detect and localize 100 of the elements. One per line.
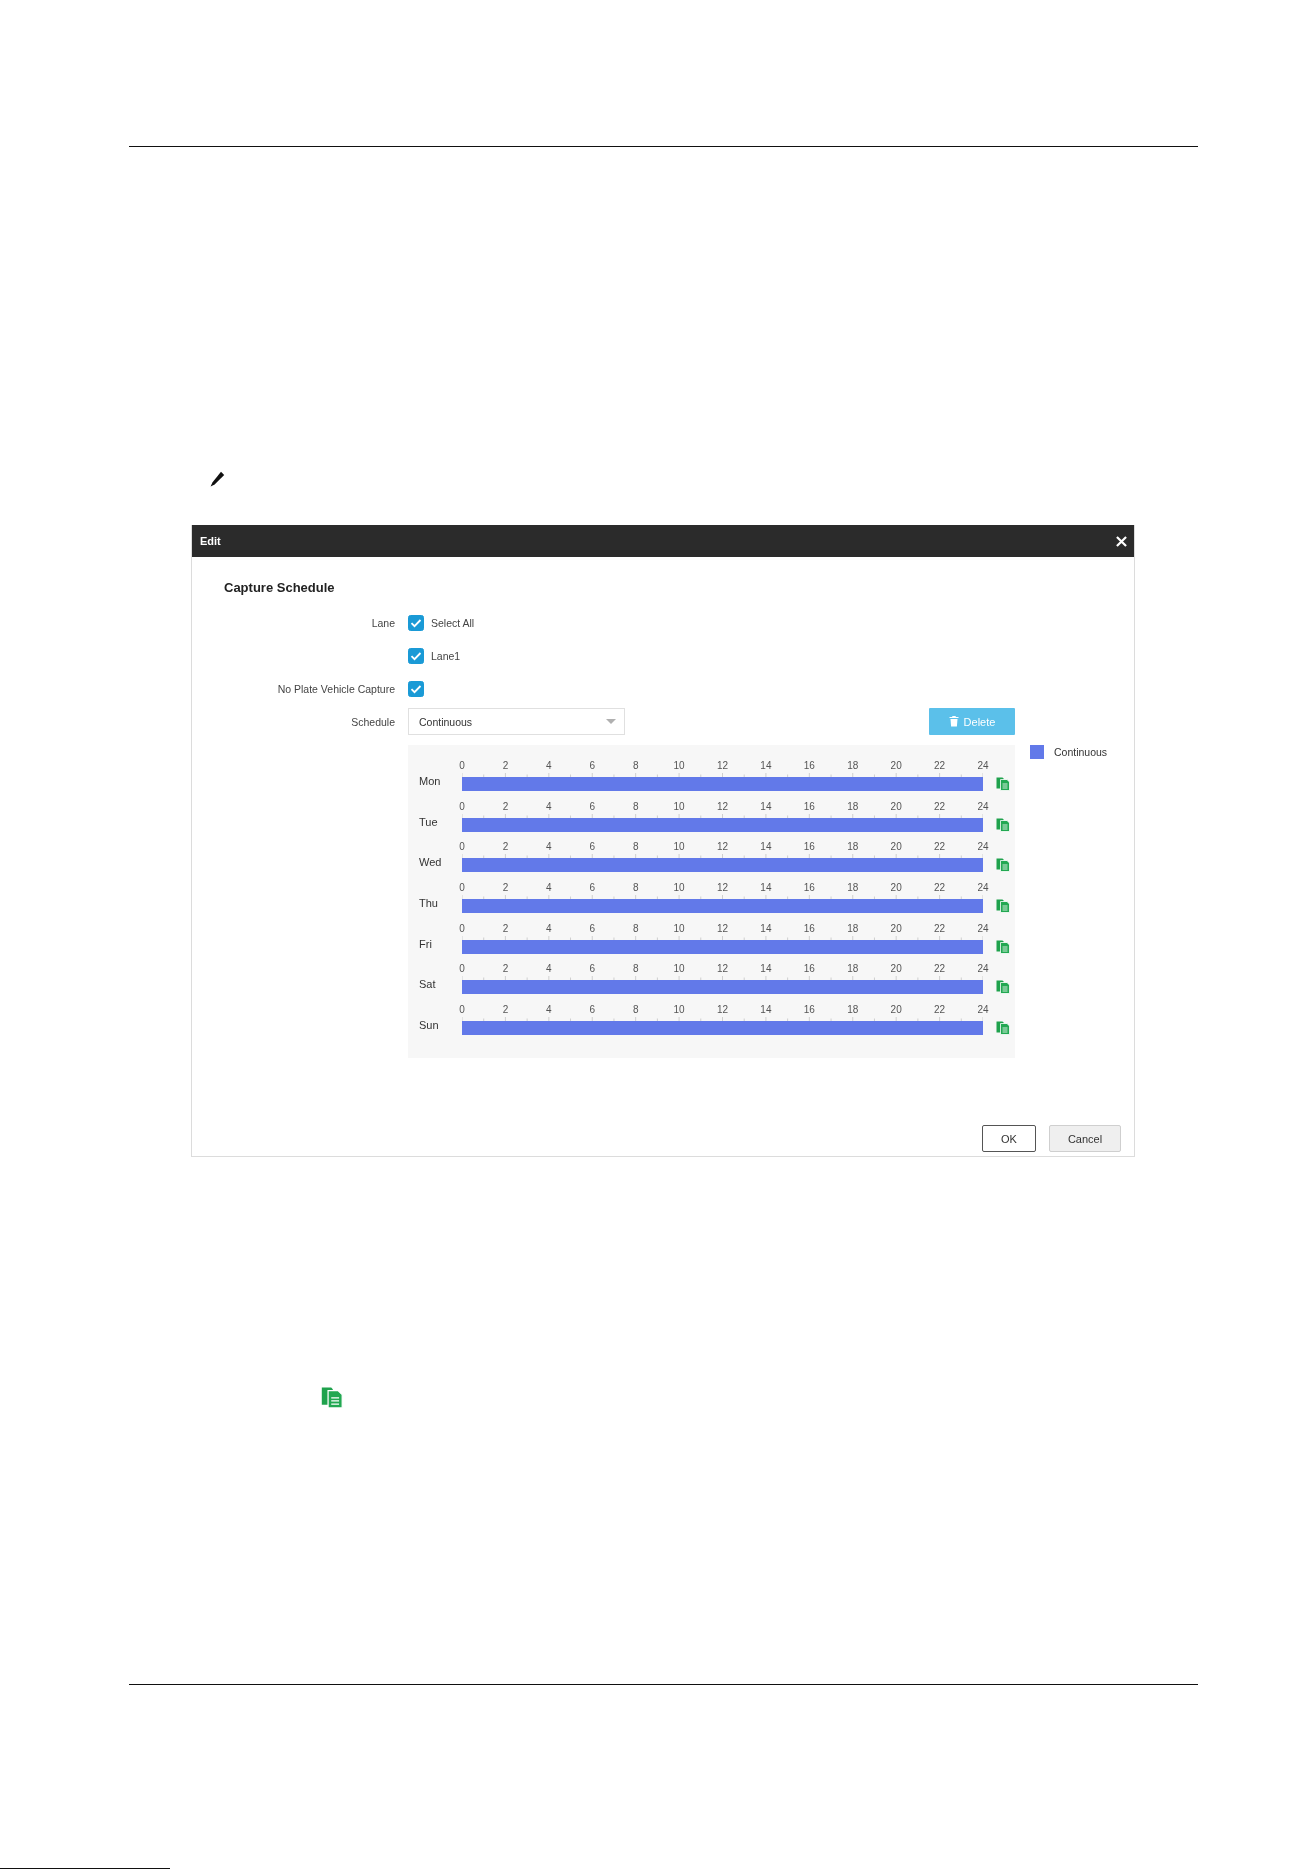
hour-label: 8 — [632, 841, 639, 854]
schedule-bar[interactable] — [462, 898, 983, 913]
hour-label: 2 — [502, 760, 509, 772]
hour-label: 20 — [890, 841, 902, 854]
hour-label: 4 — [546, 800, 552, 813]
hour-label: 4 — [546, 963, 552, 976]
hour-label: 6 — [589, 1003, 596, 1016]
hour-label: 22 — [934, 800, 946, 813]
copy-icon[interactable] — [996, 776, 1010, 791]
close-button[interactable] — [1116, 535, 1127, 547]
hour-label: 2 — [502, 881, 509, 894]
field-label: Schedule — [351, 715, 395, 728]
checkbox[interactable] — [408, 614, 424, 631]
hour-label: 0 — [459, 881, 465, 894]
day-label: Tue — [419, 815, 438, 829]
hour-label: 8 — [632, 760, 639, 772]
hour-label: 2 — [502, 800, 509, 813]
schedule-bar[interactable] — [462, 1020, 983, 1035]
hour-label: 4 — [546, 760, 552, 772]
hour-label: 0 — [459, 800, 465, 813]
hour-label: 22 — [934, 841, 946, 854]
schedule-bar[interactable] — [462, 817, 983, 832]
hour-label: 16 — [803, 881, 815, 894]
hour-label: 20 — [890, 881, 902, 894]
hour-label: 24 — [977, 841, 989, 854]
pencil-icon — [210, 471, 225, 487]
hour-label: 20 — [890, 922, 902, 935]
hour-label: 24 — [977, 963, 989, 976]
hour-label: 0 — [459, 963, 465, 976]
hour-label: 4 — [546, 1003, 552, 1016]
copy-icon[interactable] — [996, 938, 1010, 954]
hour-label: 16 — [803, 1003, 815, 1016]
option-label[interactable]: Lane1 — [431, 649, 461, 662]
close-icon — [1116, 535, 1127, 547]
hour-label: 12 — [716, 1003, 729, 1016]
hour-label: 24 — [977, 800, 989, 813]
checkbox[interactable] — [408, 680, 424, 697]
schedule-bar[interactable] — [462, 980, 983, 995]
hour-label: 10 — [673, 841, 685, 854]
ok-button[interactable]: OK — [982, 1125, 1036, 1152]
hour-label: 14 — [760, 841, 772, 854]
hour-label: 12 — [716, 963, 729, 976]
hour-label: 4 — [546, 881, 552, 894]
hour-label: 0 — [459, 841, 465, 854]
hour-label: 22 — [934, 963, 946, 976]
hour-label: 24 — [977, 760, 989, 772]
hour-label: 4 — [546, 922, 552, 935]
caret-icon — [606, 719, 616, 724]
hour-label: 14 — [760, 881, 772, 894]
hour-label: 4 — [546, 841, 552, 854]
hour-label: 8 — [632, 922, 639, 935]
copy-icon[interactable] — [996, 816, 1010, 832]
dialog-title: Edit — [200, 535, 221, 547]
day-label: Sat — [419, 978, 436, 992]
day-label: Fri — [419, 937, 432, 951]
field-label: Lane — [371, 616, 395, 629]
hour-label: 6 — [589, 800, 596, 813]
trash-icon — [948, 716, 959, 727]
hour-label: 14 — [760, 800, 772, 813]
copy-icon[interactable] — [996, 1019, 1010, 1035]
hour-label: 10 — [673, 922, 685, 935]
schedule-dropdown[interactable]: Continuous — [408, 708, 625, 735]
hour-label: 18 — [847, 881, 859, 894]
hour-label: 18 — [847, 800, 859, 813]
hour-label: 18 — [847, 922, 859, 935]
hour-label: 12 — [716, 800, 729, 813]
hour-label: 12 — [716, 760, 729, 772]
hour-label: 16 — [803, 963, 815, 976]
hour-label: 24 — [977, 922, 989, 935]
day-label: Wed — [419, 856, 442, 870]
hour-label: 16 — [803, 800, 815, 813]
hour-label: 2 — [502, 841, 509, 854]
day-label: Mon — [419, 775, 441, 788]
hour-label: 10 — [673, 800, 685, 813]
hour-label: 6 — [589, 841, 596, 854]
option-label[interactable]: Select All — [431, 616, 475, 629]
hour-label: 2 — [502, 963, 509, 976]
hour-label: 10 — [673, 881, 685, 894]
hour-label: 10 — [673, 1003, 685, 1016]
schedule-bar[interactable] — [462, 858, 983, 873]
hour-label: 6 — [589, 963, 596, 976]
checkbox[interactable] — [408, 647, 424, 664]
copy-icon[interactable] — [996, 979, 1010, 995]
hour-label: 6 — [589, 922, 596, 935]
cancel-button[interactable]: Cancel — [1049, 1125, 1121, 1152]
hour-label: 8 — [632, 1003, 639, 1016]
hour-label: 24 — [977, 1003, 989, 1016]
hour-label: 12 — [716, 841, 729, 854]
hour-label: 18 — [847, 1003, 859, 1016]
hour-label: 20 — [890, 963, 902, 976]
hour-label: 12 — [716, 881, 729, 894]
schedule-bar[interactable] — [462, 939, 983, 954]
hour-label: 2 — [502, 1003, 509, 1016]
hour-label: 18 — [847, 841, 859, 854]
hour-label: 16 — [803, 922, 815, 935]
day-label: Thu — [419, 896, 438, 910]
copy-icon[interactable] — [996, 857, 1010, 873]
copy-icon[interactable] — [996, 897, 1010, 913]
hour-label: 18 — [847, 963, 859, 976]
hour-label: 14 — [760, 963, 772, 976]
